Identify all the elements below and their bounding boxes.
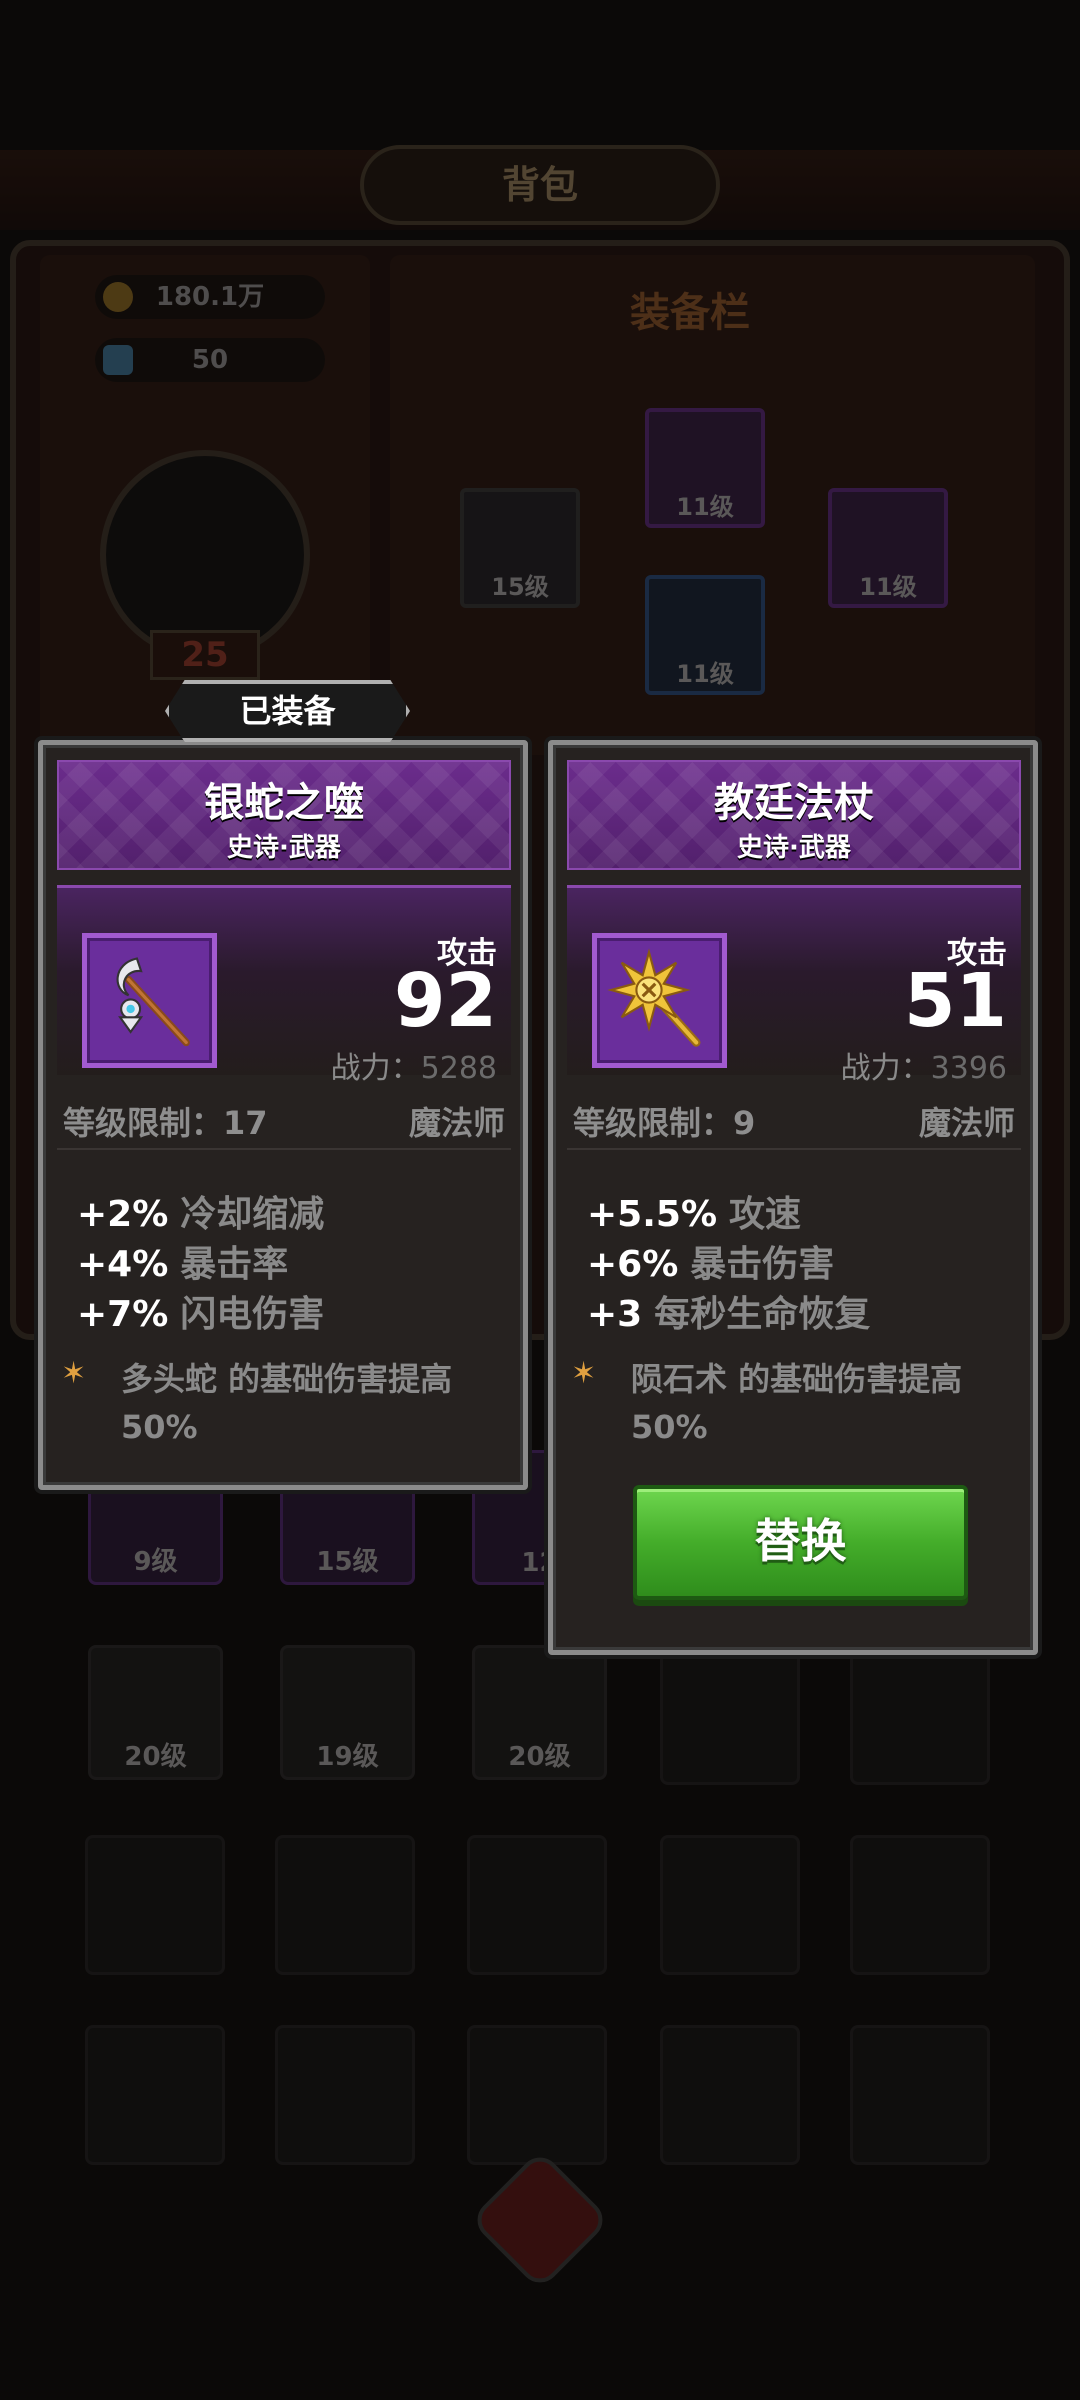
inventory-empty-slot	[850, 1835, 990, 1975]
item-level: 19级	[316, 1742, 379, 1772]
class-requirement: 魔法师	[408, 1104, 505, 1142]
item-header: 教廷法杖 史诗·武器	[567, 760, 1021, 870]
attribute-value: +6%	[587, 1244, 679, 1285]
gem-counter: 50	[95, 338, 325, 382]
close-icon[interactable]	[469, 2149, 611, 2291]
inventory-empty-slot	[660, 1835, 800, 1975]
inventory-empty-slot	[467, 1835, 607, 1975]
stat-panel: 攻击 92 战力：5288	[57, 885, 511, 1086]
gem-amount: 50	[191, 345, 229, 375]
serpent-staff-icon	[116, 957, 190, 1047]
candidate-item-card: 教廷法杖 史诗·武器 攻击 51 战力：3396 等级限制：9 魔法师 +5.5…	[548, 740, 1038, 1655]
item-level: 20级	[124, 1742, 187, 1772]
inventory-empty-slot	[850, 1645, 990, 1785]
star-icon: ✶	[571, 1356, 597, 1391]
equipped-badge-label: 已装备	[239, 692, 336, 730]
coin-icon	[103, 282, 133, 312]
attribute-row: +5.5% 攻速	[587, 1185, 870, 1235]
attribute-name: 冷却缩减	[180, 1194, 325, 1235]
attack-value: 51	[904, 958, 1007, 1044]
item-rarity: 史诗·武器	[227, 833, 341, 863]
item-level: 9级	[133, 1547, 178, 1577]
inventory-empty-slot	[85, 2025, 225, 2165]
attribute-row: +7% 闪电伤害	[77, 1285, 324, 1335]
avatar[interactable]	[100, 450, 310, 660]
item-rarity: 史诗·武器	[737, 833, 851, 863]
attribute-row: +6% 暴击伤害	[587, 1235, 870, 1285]
power-label: 战力：	[330, 1051, 421, 1086]
item-header: 银蛇之噬 史诗·武器	[57, 760, 511, 870]
attribute-name: 闪电伤害	[180, 1294, 325, 1335]
slot-level: 15级	[491, 573, 549, 601]
star-icon: ✶	[61, 1356, 87, 1391]
inventory-item[interactable]: 20级	[472, 1645, 607, 1780]
power-label: 战力：	[840, 1051, 931, 1086]
attribute-value: +5.5%	[587, 1194, 718, 1235]
power-value: 3396	[930, 1051, 1007, 1086]
attribute-name: 暴击率	[180, 1244, 289, 1285]
level-requirement: 等级限制：9	[573, 1104, 756, 1142]
attribute-name: 暴击伤害	[690, 1244, 835, 1285]
skill-bonus-text: 陨石术 的基础伤害提高50%	[631, 1360, 963, 1446]
attribute-name: 每秒生命恢复	[654, 1294, 871, 1335]
attribute-list: +5.5% 攻速 +6% 暴击伤害 +3 每秒生命恢复	[587, 1185, 870, 1335]
power-rating: 战力：3396	[841, 1043, 1007, 1087]
inventory-empty-slot	[467, 2025, 607, 2165]
skill-bonus-text: 多头蛇 的基础伤害提高50%	[121, 1360, 453, 1446]
equipment-panel-title: 装备栏	[630, 290, 750, 336]
slot-level: 11级	[859, 573, 917, 601]
level-requirement: 等级限制：17	[63, 1104, 268, 1142]
gold-amount: 180.1万	[155, 282, 265, 312]
attribute-row: +3 每秒生命恢复	[587, 1285, 870, 1335]
equip-slot-head[interactable]: 15级	[460, 488, 580, 608]
class-requirement: 魔法师	[918, 1104, 1015, 1142]
equipped-item-card: 银蛇之噬 史诗·武器 攻击 92 战力：5288 等级限制：17 魔法师 +2%…	[38, 740, 528, 1490]
attribute-name: 攻速	[729, 1194, 802, 1235]
slot-level: 11级	[676, 493, 734, 521]
inventory-empty-slot	[275, 1835, 415, 1975]
equipped-badge: 已装备	[165, 680, 410, 742]
replace-button-label: 替换	[754, 1514, 847, 1568]
item-name: 教廷法杖	[714, 780, 874, 826]
attack-value: 92	[394, 958, 497, 1044]
inventory-empty-slot	[275, 2025, 415, 2165]
player-level: 25	[150, 630, 260, 680]
inventory-empty-slot	[660, 2025, 800, 2165]
equip-slot-accessory[interactable]: 11级	[828, 488, 948, 608]
inventory-empty-slot	[850, 2025, 990, 2165]
power-value: 5288	[420, 1051, 497, 1086]
sun-staff-icon	[607, 948, 701, 1047]
power-rating: 战力：5288	[331, 1043, 497, 1087]
inventory-item[interactable]: 19级	[280, 1645, 415, 1780]
replace-button[interactable]: 替换	[633, 1485, 968, 1600]
weapon-icon-frame	[592, 933, 727, 1068]
inventory-empty-slot	[660, 1645, 800, 1785]
requirement-row: 等级限制：17 魔法师	[57, 1090, 511, 1150]
item-name: 银蛇之噬	[204, 780, 364, 826]
equip-slot-helmet[interactable]: 11级	[645, 408, 765, 528]
equip-slot-armor[interactable]: 11级	[645, 575, 765, 695]
attribute-value: +3	[587, 1294, 643, 1335]
weapon-icon-frame	[82, 933, 217, 1068]
gold-counter: 180.1万	[95, 275, 325, 319]
attribute-list: +2% 冷却缩减 +4% 暴击率 +7% 闪电伤害	[77, 1185, 324, 1335]
item-level: 15级	[316, 1547, 379, 1577]
inventory-item[interactable]: 20级	[88, 1645, 223, 1780]
requirement-row: 等级限制：9 魔法师	[567, 1090, 1021, 1150]
gem-icon	[103, 345, 133, 375]
item-level: 20级	[508, 1742, 571, 1772]
attribute-value: +2%	[77, 1194, 169, 1235]
attribute-value: +7%	[77, 1294, 169, 1335]
attribute-row: +4% 暴击率	[77, 1235, 324, 1285]
attribute-row: +2% 冷却缩减	[77, 1185, 324, 1235]
backpack-title: 背包	[360, 145, 720, 225]
inventory-empty-slot	[85, 1835, 225, 1975]
attribute-value: +4%	[77, 1244, 169, 1285]
stat-panel: 攻击 51 战力：3396	[567, 885, 1021, 1086]
slot-level: 11级	[676, 660, 734, 688]
